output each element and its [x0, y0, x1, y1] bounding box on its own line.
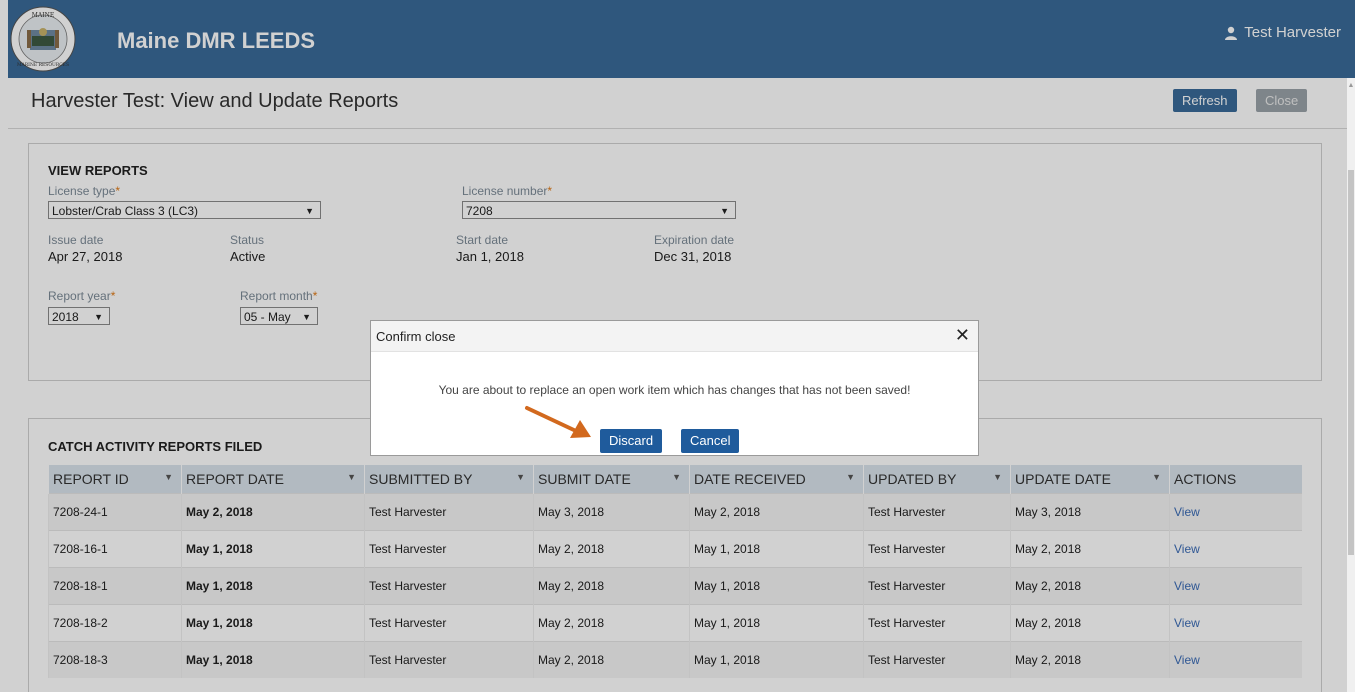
- annotation-arrow-icon: [525, 406, 591, 438]
- close-icon[interactable]: ✕: [955, 325, 970, 346]
- cancel-button[interactable]: Cancel: [681, 429, 740, 453]
- discard-button[interactable]: Discard: [600, 429, 663, 453]
- dialog-header: Confirm close ✕: [371, 321, 978, 352]
- page-scrollbar[interactable]: ▲: [1347, 78, 1355, 692]
- confirm-close-dialog: Confirm close ✕ You are about to replace…: [370, 320, 979, 456]
- scroll-up-arrow-icon[interactable]: ▲: [1347, 82, 1355, 89]
- dialog-title: Confirm close: [376, 329, 456, 344]
- scroll-thumb[interactable]: [1348, 170, 1354, 555]
- dialog-message: You are about to replace an open work it…: [438, 383, 911, 397]
